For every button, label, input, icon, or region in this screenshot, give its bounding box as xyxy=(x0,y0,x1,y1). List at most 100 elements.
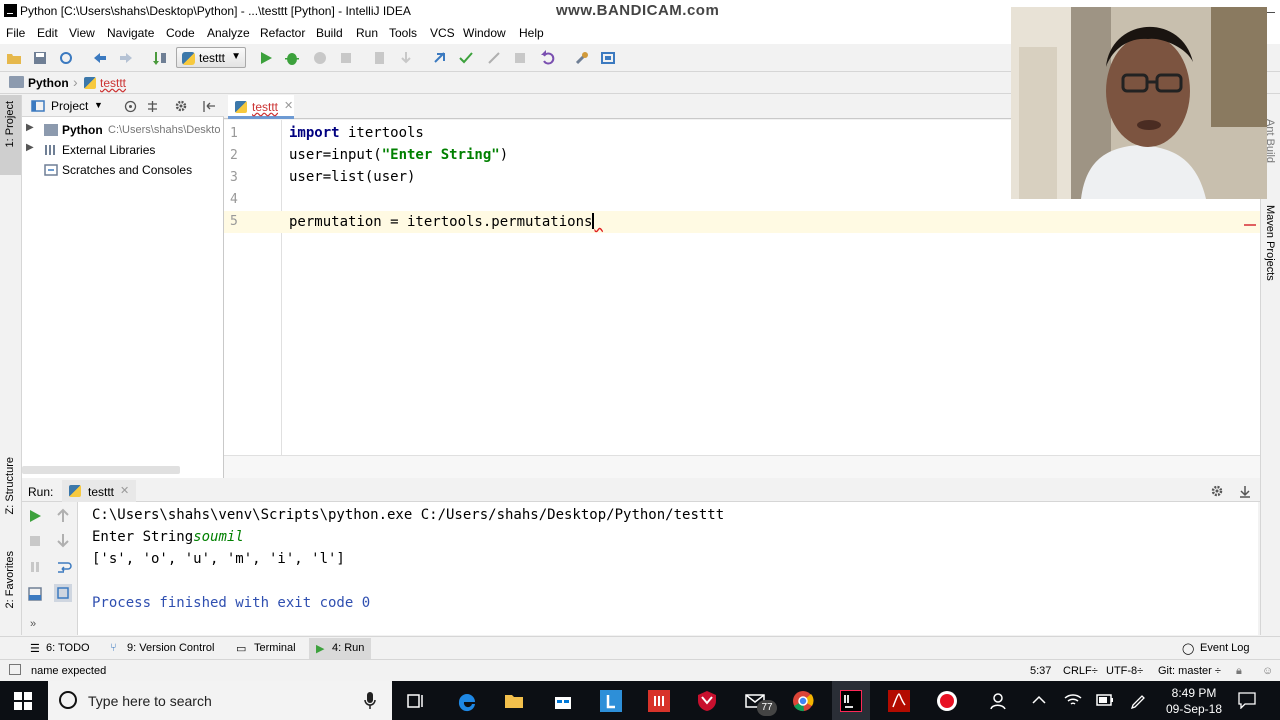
pause-icon[interactable] xyxy=(28,560,42,574)
menu-navigate[interactable]: Navigate xyxy=(107,26,154,40)
tab-run[interactable]: 4: Run xyxy=(332,642,364,654)
intellij-icon[interactable] xyxy=(840,690,862,712)
restore-layout-icon[interactable] xyxy=(27,586,43,602)
status-git-branch[interactable]: Git: master ÷ xyxy=(1158,665,1221,677)
scroll-down-icon[interactable] xyxy=(56,532,70,548)
stop-icon[interactable] xyxy=(338,50,354,66)
tab-favorites-tool[interactable]: 2: Favorites xyxy=(4,551,16,608)
tab-todo[interactable]: 6: TODO xyxy=(46,642,90,654)
menu-edit[interactable]: Edit xyxy=(37,26,58,40)
wifi-icon[interactable] xyxy=(1064,692,1082,708)
coverage-icon[interactable] xyxy=(312,50,328,66)
acrobat-icon[interactable] xyxy=(888,690,910,712)
close-icon[interactable]: ✕ xyxy=(120,484,129,497)
menu-run[interactable]: Run xyxy=(356,26,378,40)
store-icon[interactable] xyxy=(552,690,574,712)
menu-analyze[interactable]: Analyze xyxy=(207,26,250,40)
tree-item-scratches[interactable]: Scratches and Consoles xyxy=(22,160,224,180)
task-view-icon[interactable] xyxy=(405,690,427,712)
breadcrumb-file[interactable]: testtt xyxy=(100,76,126,90)
bandicam-record-icon[interactable] xyxy=(936,690,958,712)
vcs-commit-icon[interactable] xyxy=(432,50,448,66)
menu-vcs[interactable]: VCS xyxy=(430,26,455,40)
run-config-select[interactable]: testtt ▼ xyxy=(176,47,246,68)
vcs-compare-icon[interactable] xyxy=(486,50,502,66)
status-caret-position[interactable]: 5:37 xyxy=(1030,665,1051,677)
editor-tab-testtt[interactable]: testtt ✕ xyxy=(228,95,294,119)
tab-event-log[interactable]: Event Log xyxy=(1200,642,1250,654)
project-structure-icon[interactable] xyxy=(600,50,616,66)
app-red-icon[interactable] xyxy=(648,690,670,712)
people-icon[interactable] xyxy=(990,692,1008,710)
forward-arrow-icon[interactable] xyxy=(118,50,134,66)
tree-item-python[interactable]: ▶ Python C:\Users\shahs\Deskto xyxy=(22,120,224,140)
vcs-revert-icon[interactable] xyxy=(540,50,556,66)
build-icon[interactable] xyxy=(152,50,168,66)
run-tab-testtt[interactable]: testtt ✕ xyxy=(62,480,136,502)
windows-start-icon[interactable] xyxy=(14,692,32,710)
collapse-all-icon[interactable] xyxy=(146,100,159,113)
hide-panel-icon[interactable] xyxy=(202,100,216,113)
run-icon[interactable] xyxy=(258,50,274,66)
inspector-icon[interactable]: ☺︎ xyxy=(1262,665,1273,677)
menu-window[interactable]: Window xyxy=(463,26,506,40)
debug-icon[interactable] xyxy=(284,50,300,66)
vcs-check-icon[interactable] xyxy=(458,50,474,66)
tab-version-control[interactable]: 9: Version Control xyxy=(127,642,214,654)
stop-icon[interactable] xyxy=(28,534,42,548)
status-line-separator[interactable]: CRLF÷ xyxy=(1063,665,1098,677)
menu-help[interactable]: Help xyxy=(519,26,544,40)
sync-icon[interactable] xyxy=(58,50,74,66)
vcs-download-icon[interactable] xyxy=(398,50,414,66)
expand-arrow-icon[interactable]: ▶ xyxy=(26,142,34,153)
menu-code[interactable]: Code xyxy=(166,26,195,40)
pen-icon[interactable] xyxy=(1130,692,1146,710)
status-encoding[interactable]: UTF-8÷ xyxy=(1106,665,1143,677)
expand-arrow-icon[interactable]: ▶ xyxy=(26,122,34,133)
locate-target-icon[interactable] xyxy=(124,100,137,113)
open-folder-icon[interactable] xyxy=(6,50,22,66)
vcs-history-icon[interactable] xyxy=(512,50,528,66)
tree-item-external-libraries[interactable]: ▶ External Libraries xyxy=(22,140,224,160)
hide-panel-icon[interactable] xyxy=(1238,484,1252,498)
run-console[interactable]: C:\Users\shahs\venv\Scripts\python.exe C… xyxy=(78,502,1258,635)
taskbar-clock[interactable]: 8:49 PM 09-Sep-18 xyxy=(1162,685,1226,717)
tab-terminal[interactable]: Terminal xyxy=(254,642,296,654)
app-l-icon[interactable] xyxy=(600,690,622,712)
taskbar-search-box[interactable]: Type here to search xyxy=(48,681,392,720)
error-stripe-mark[interactable] xyxy=(1244,224,1256,226)
project-horizontal-scrollbar[interactable] xyxy=(22,466,180,474)
project-view-label[interactable]: Project xyxy=(51,99,88,113)
breadcrumb-project[interactable]: Python xyxy=(28,76,69,90)
soft-wrap-icon[interactable] xyxy=(56,559,72,575)
status-toggle-icon[interactable] xyxy=(9,664,21,675)
more-chevron-icon[interactable]: » xyxy=(30,618,36,630)
back-arrow-icon[interactable] xyxy=(92,50,108,66)
menu-view[interactable]: View xyxy=(69,26,95,40)
print-icon[interactable] xyxy=(54,584,72,602)
mcafee-icon[interactable] xyxy=(696,690,718,712)
menu-build[interactable]: Build xyxy=(316,26,343,40)
tab-project-tool[interactable]: 1: Project xyxy=(4,101,16,147)
scroll-up-icon[interactable] xyxy=(56,508,70,524)
lock-icon[interactable]: 🔒︎ xyxy=(1236,665,1242,678)
tab-maven-projects[interactable]: Maven Projects xyxy=(1264,205,1276,281)
gear-icon[interactable] xyxy=(1210,484,1224,498)
gear-icon[interactable] xyxy=(174,99,188,113)
tab-structure-tool[interactable]: Z: Structure xyxy=(4,457,16,514)
chevron-down-icon[interactable]: ▼ xyxy=(94,100,103,110)
action-center-icon[interactable] xyxy=(1238,692,1256,709)
tray-chevron-up-icon[interactable] xyxy=(1032,695,1046,705)
menu-file[interactable]: File xyxy=(6,26,25,40)
microphone-icon[interactable] xyxy=(364,692,376,710)
settings-wrench-icon[interactable] xyxy=(574,50,590,66)
rerun-icon[interactable] xyxy=(28,508,42,524)
vcs-update-icon[interactable] xyxy=(372,50,388,66)
save-icon[interactable] xyxy=(32,50,48,66)
battery-icon[interactable] xyxy=(1096,694,1114,706)
close-icon[interactable]: ✕ xyxy=(284,99,293,112)
menu-refactor[interactable]: Refactor xyxy=(260,26,305,40)
menu-tools[interactable]: Tools xyxy=(389,26,417,40)
file-explorer-icon[interactable] xyxy=(503,690,525,712)
chrome-icon[interactable] xyxy=(792,690,814,712)
